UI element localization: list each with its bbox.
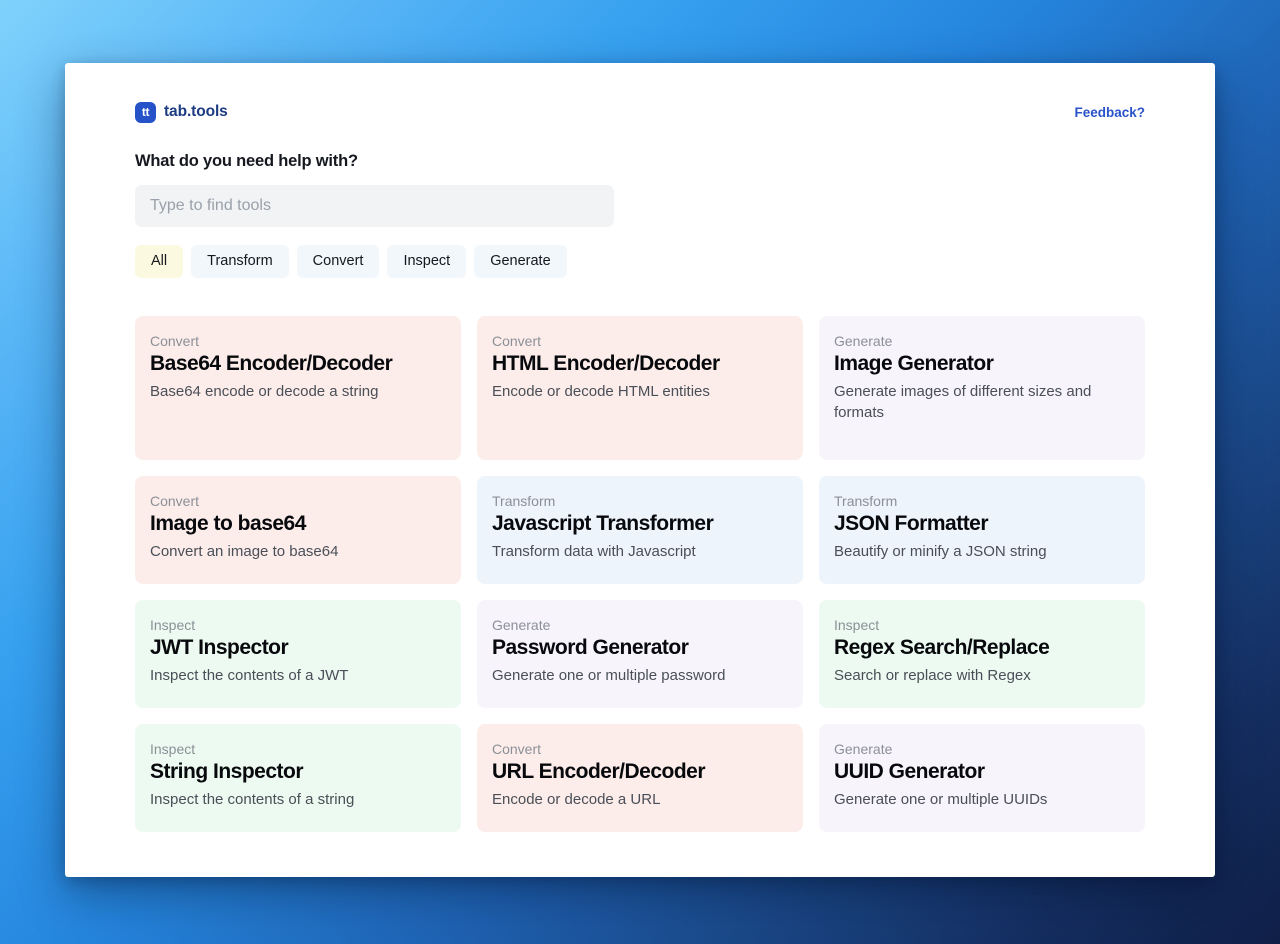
tool-card-category: Transform — [492, 493, 556, 509]
tool-card[interactable]: Convert URL Encoder/Decoder Encode or deco… — [477, 724, 803, 832]
tool-card-category: Convert — [492, 333, 542, 349]
app-content: tt tab.tools Feedback? What do you need … — [65, 63, 1215, 832]
tool-card-category: Generate — [492, 617, 551, 633]
app-window: tt tab.tools Feedback? What do you need … — [65, 63, 1215, 877]
tool-card-title: String Inspector — [150, 760, 304, 783]
tool-card-title: Password Generator — [492, 636, 689, 659]
tool-grid: Convert Base64 Encoder/Decoder Base64 enco… — [135, 316, 1145, 832]
search-input[interactable] — [135, 185, 614, 227]
tool-card-description: Convert an image to base64 — [150, 543, 339, 561]
tool-card-title: Base64 Encoder/Decoder — [150, 352, 393, 375]
tool-card[interactable]: Generate Password Generator Generate one o… — [477, 600, 803, 708]
tool-card[interactable]: Generate Image Generator Generate images o… — [819, 316, 1145, 460]
category-filter-tabs: All Transform Convert Inspect Generate — [135, 245, 1145, 278]
tool-card-title: Image to base64 — [150, 512, 306, 535]
filter-chip-all[interactable]: All — [135, 245, 184, 278]
tool-card-title: HTML Encoder/Decoder — [492, 352, 720, 375]
tool-card-description: Generate one or multiple UUIDs — [834, 791, 1048, 809]
tool-card-description: Generate one or multiple password — [492, 667, 726, 685]
tool-card[interactable]: Inspect String Inspector Inspect the conte… — [135, 724, 461, 832]
tool-card-category: Generate — [834, 741, 893, 757]
tool-card-title: Image Generator — [834, 352, 994, 375]
tool-card-description: Base64 encode or decode a string — [150, 383, 379, 401]
tool-card[interactable]: Generate UUID Generator Generate one or mu… — [819, 724, 1145, 832]
tool-card-title: UUID Generator — [834, 760, 985, 783]
tool-card-title: Regex Search/Replace — [834, 636, 1050, 659]
feedback-link[interactable]: Feedback? — [1074, 105, 1145, 120]
brand-name: tab.tools — [164, 103, 228, 120]
tool-card[interactable]: Transform JSON Formatter Beautify or minif… — [819, 476, 1145, 584]
app-header: tt tab.tools Feedback? — [135, 99, 1145, 125]
tool-card[interactable]: Transform Javascript Transformer Transform… — [477, 476, 803, 584]
filter-chip-generate[interactable]: Generate — [474, 245, 567, 278]
tool-card[interactable]: Convert Base64 Encoder/Decoder Base64 enco… — [135, 316, 461, 460]
tool-card-title: JSON Formatter — [834, 512, 989, 535]
tool-card-title: JWT Inspector — [150, 636, 289, 659]
tool-card-description: Inspect the contents of a JWT — [150, 667, 349, 685]
tool-card-category: Convert — [150, 333, 200, 349]
page-title: What do you need help with? — [135, 152, 358, 170]
tool-card[interactable]: Convert HTML Encoder/Decoder Encode or dec… — [477, 316, 803, 460]
tool-card-description: Encode or decode HTML entities — [492, 383, 710, 401]
tool-card-category: Inspect — [150, 617, 196, 633]
tool-card-description: Inspect the contents of a string — [150, 791, 355, 809]
filter-chip-transform[interactable]: Transform — [191, 245, 289, 278]
tool-card-category: Inspect — [150, 741, 196, 757]
tab-tools-logo-icon: tt — [135, 101, 156, 123]
tool-card-description: Generate images of different sizes and f… — [834, 383, 1092, 422]
tool-card-category: Inspect — [834, 617, 880, 633]
tool-card-title: URL Encoder/Decoder — [492, 760, 706, 783]
tool-card-category: Convert — [492, 741, 542, 757]
filter-chip-inspect[interactable]: Inspect — [387, 245, 467, 278]
tool-card-description: Encode or decode a URL — [492, 791, 661, 809]
tool-card-description: Transform data with Javascript — [492, 543, 696, 561]
tool-card[interactable]: Convert Image to base64 Convert an image t… — [135, 476, 461, 584]
brand-logo[interactable]: tt tab.tools — [135, 101, 228, 123]
filter-chip-convert[interactable]: Convert — [296, 245, 380, 278]
tool-card-category: Transform — [834, 493, 898, 509]
tool-card-description: Beautify or minify a JSON string — [834, 543, 1047, 561]
tool-card-description: Search or replace with Regex — [834, 667, 1031, 685]
tool-card[interactable]: Inspect Regex Search/Replace Search or rep… — [819, 600, 1145, 708]
tool-card-category: Generate — [834, 333, 893, 349]
tool-card-category: Convert — [150, 493, 200, 509]
tool-card-title: Javascript Transformer — [492, 512, 714, 535]
tool-card[interactable]: Inspect JWT Inspector Inspect the contents… — [135, 600, 461, 708]
